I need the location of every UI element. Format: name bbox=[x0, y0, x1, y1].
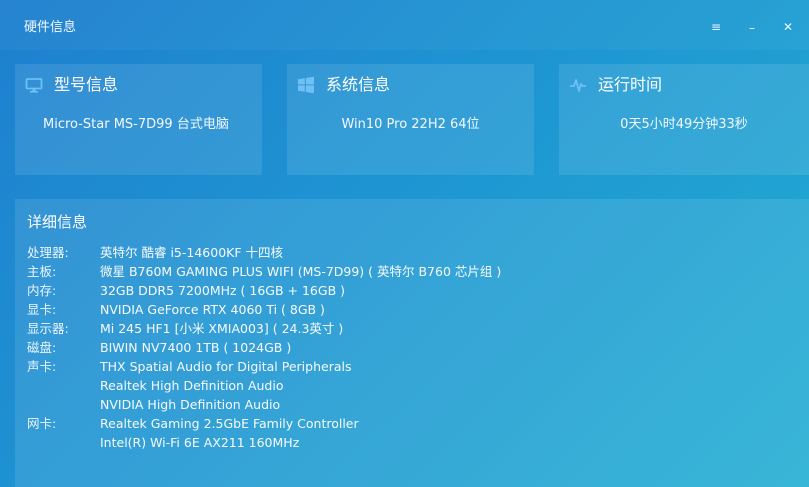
detail-label: 显示器: bbox=[27, 321, 69, 336]
uptime-title: 运行时间 bbox=[598, 75, 663, 94]
details-panel: 详细信息 处理器: 英特尔 酷睿 i5-14600KF 十四核 主板: 微星 B… bbox=[15, 199, 809, 487]
model-info-title: 型号信息 bbox=[54, 75, 119, 94]
detail-value: Realtek High Definition Audio bbox=[100, 378, 284, 393]
detail-label: 处理器: bbox=[27, 245, 69, 260]
title-bar: 硬件信息 ≡ – ✕ bbox=[0, 0, 809, 50]
model-info-card: 型号信息 Micro-Star MS-7D99 台式电脑 bbox=[15, 64, 262, 175]
detail-row-disk: 磁盘: BIWIN NV7400 1TB ( 1024GB ) bbox=[27, 338, 501, 357]
detail-label: 磁盘: bbox=[27, 340, 57, 355]
details-title: 详细信息 bbox=[27, 213, 88, 231]
detail-value: BIWIN NV7400 1TB ( 1024GB ) bbox=[100, 340, 292, 355]
detail-row-monitor: 显示器: Mi 245 HF1 [小米 XMIA003] ( 24.3英寸 ) bbox=[27, 319, 501, 338]
detail-value: NVIDIA High Definition Audio bbox=[100, 397, 281, 412]
window-title: 硬件信息 bbox=[24, 20, 77, 35]
detail-value: NVIDIA GeForce RTX 4060 Ti ( 8GB ) bbox=[100, 302, 325, 317]
detail-label bbox=[27, 376, 100, 395]
detail-value: 英特尔 酷睿 i5-14600KF 十四核 bbox=[100, 245, 284, 260]
close-button[interactable]: ✕ bbox=[778, 17, 798, 37]
menu-button[interactable]: ≡ bbox=[706, 17, 726, 37]
uptime-value: 0天5小时49分钟33秒 bbox=[620, 117, 748, 132]
detail-value: Mi 245 HF1 [小米 XMIA003] ( 24.3英寸 ) bbox=[100, 321, 344, 336]
detail-value: THX Spatial Audio for Digital Peripheral… bbox=[100, 359, 352, 374]
detail-label: 内存: bbox=[27, 283, 57, 298]
detail-row-gpu: 显卡: NVIDIA GeForce RTX 4060 Ti ( 8GB ) bbox=[27, 300, 501, 319]
detail-label: 主板: bbox=[27, 264, 57, 279]
detail-label: 网卡: bbox=[27, 416, 57, 431]
pulse-icon bbox=[569, 76, 587, 94]
detail-row-audio-2: Realtek High Definition Audio bbox=[27, 376, 501, 395]
detail-value: Realtek Gaming 2.5GbE Family Controller bbox=[100, 416, 359, 431]
detail-row-audio: 声卡: THX Spatial Audio for Digital Periph… bbox=[27, 357, 501, 376]
detail-value: 32GB DDR5 7200MHz ( 16GB + 16GB ) bbox=[100, 283, 345, 298]
detail-label bbox=[27, 395, 100, 414]
system-info-value: Win10 Pro 22H2 64位 bbox=[341, 117, 480, 132]
detail-value: 微星 B760M GAMING PLUS WIFI (MS-7D99) ( 英特… bbox=[100, 264, 502, 279]
detail-label bbox=[27, 433, 100, 452]
detail-row-cpu: 处理器: 英特尔 酷睿 i5-14600KF 十四核 bbox=[27, 243, 501, 262]
detail-value: Intel(R) Wi-Fi 6E AX211 160MHz bbox=[100, 435, 300, 450]
details-list: 处理器: 英特尔 酷睿 i5-14600KF 十四核 主板: 微星 B760M … bbox=[27, 243, 501, 452]
detail-label: 声卡: bbox=[27, 359, 57, 374]
monitor-icon bbox=[25, 76, 43, 94]
detail-row-audio-3: NVIDIA High Definition Audio bbox=[27, 395, 501, 414]
system-info-title: 系统信息 bbox=[326, 75, 391, 94]
detail-row-motherboard: 主板: 微星 B760M GAMING PLUS WIFI (MS-7D99) … bbox=[27, 262, 501, 281]
model-info-value: Micro-Star MS-7D99 台式电脑 bbox=[43, 117, 229, 132]
uptime-card: 运行时间 0天5小时49分钟33秒 bbox=[559, 64, 809, 175]
detail-label: 显卡: bbox=[27, 302, 57, 317]
windows-logo-icon bbox=[297, 76, 315, 94]
minimize-button[interactable]: – bbox=[742, 18, 762, 38]
system-info-card: 系统信息 Win10 Pro 22H2 64位 bbox=[287, 64, 534, 175]
detail-row-memory: 内存: 32GB DDR5 7200MHz ( 16GB + 16GB ) bbox=[27, 281, 501, 300]
detail-row-network-2: Intel(R) Wi-Fi 6E AX211 160MHz bbox=[27, 433, 501, 452]
detail-row-network: 网卡: Realtek Gaming 2.5GbE Family Control… bbox=[27, 414, 501, 433]
